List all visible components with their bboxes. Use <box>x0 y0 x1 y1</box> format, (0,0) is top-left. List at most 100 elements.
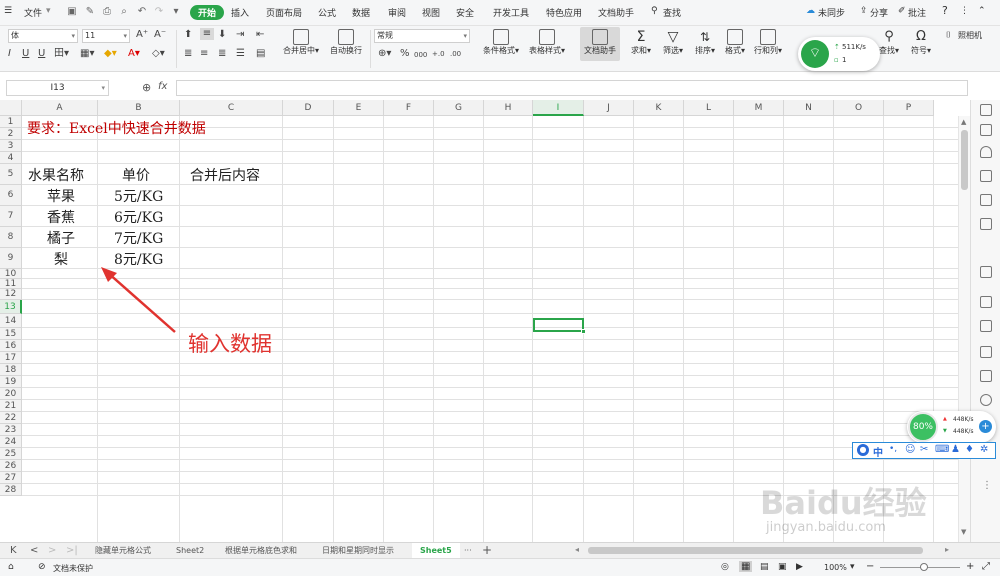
zoom-dropdown-icon[interactable]: ▾ <box>850 562 855 572</box>
column-header-a[interactable]: A <box>22 100 98 116</box>
percent-button[interactable]: % <box>400 48 410 60</box>
cell-c4[interactable]: 合并后内容 <box>190 166 260 186</box>
formula-input[interactable] <box>176 80 968 96</box>
font-size-select[interactable]: 11 ▾ <box>82 29 130 43</box>
sum-button[interactable]: Σ 求和▾ <box>628 29 654 56</box>
add-icon[interactable]: + <box>979 420 992 433</box>
cell-a1[interactable]: 要求：Excel中快速合并数据 <box>27 119 206 139</box>
annotate-button[interactable]: 批注 <box>908 6 926 19</box>
vertical-scroll-thumb[interactable] <box>961 130 968 190</box>
row-header-12[interactable]: 12 <box>0 289 22 300</box>
ime-tools-icon[interactable]: ✂ <box>920 444 928 455</box>
font-color-icon[interactable]: A▾ <box>128 48 140 60</box>
ime-settings-icon[interactable]: ✲ <box>980 444 988 455</box>
print-preview-icon[interactable]: ⌕ <box>118 6 130 18</box>
selected-cell[interactable] <box>533 318 584 332</box>
zoom-formula-icon[interactable]: ⊕ <box>142 81 151 94</box>
cell-a7[interactable]: 橘子 <box>47 229 75 249</box>
row-col-button[interactable]: 行和列▾ <box>752 29 784 56</box>
tab-insert[interactable]: 插入 <box>231 6 249 19</box>
reading-view-icon[interactable]: ▶ <box>796 562 803 572</box>
fill-color-icon[interactable]: ◆▾ <box>104 48 117 60</box>
sidebar-copy-icon[interactable] <box>980 296 992 308</box>
double-underline-icon[interactable]: U <box>38 48 45 60</box>
cell-style-icon[interactable]: ▦▾ <box>80 48 94 60</box>
column-header-n[interactable]: N <box>784 100 834 116</box>
border-icon[interactable]: 田▾ <box>54 48 69 60</box>
sheet-tab-1[interactable]: 隐藏单元格公式 <box>95 543 151 558</box>
row-header-19[interactable]: 19 <box>0 376 22 388</box>
collapse-ribbon-icon[interactable]: ⌃ <box>978 6 986 16</box>
tab-formulas[interactable]: 公式 <box>318 6 336 19</box>
row-header-6[interactable]: 6 <box>0 185 22 206</box>
align-left-icon[interactable]: ≣ <box>184 48 192 60</box>
cell-a6[interactable]: 香蕉 <box>47 208 75 228</box>
table-style-button[interactable]: 表格样式▾ <box>526 29 568 56</box>
sheet-tab-3[interactable]: 根据单元格底色求和 <box>225 543 297 558</box>
sidebar-shapes-icon[interactable] <box>980 194 992 206</box>
sidebar-export-icon[interactable] <box>980 370 992 382</box>
name-box-chevron-icon[interactable]: ▾ <box>101 81 105 95</box>
cell-b6[interactable]: 6元/KG <box>114 208 163 228</box>
tab-developer[interactable]: 开发工具 <box>493 6 529 19</box>
sort-button[interactable]: ⇅ 排序▾ <box>692 29 718 56</box>
italic-icon[interactable]: I <box>8 48 11 60</box>
page-break-view-icon[interactable]: ▣ <box>778 562 787 572</box>
row-header-23[interactable]: 23 <box>0 424 22 436</box>
sidebar-more-icon[interactable]: ⋮ <box>982 480 992 491</box>
help-button[interactable]: ? <box>942 4 948 17</box>
format-button[interactable]: 格式▾ <box>722 29 748 56</box>
save-icon[interactable]: ▣ <box>66 6 78 18</box>
share-icon[interactable]: ⇪ <box>860 6 868 16</box>
column-header-f[interactable]: F <box>384 100 434 116</box>
ime-emoji-icon[interactable]: ☺ <box>905 444 915 455</box>
horizontal-scroll-thumb[interactable] <box>588 547 923 554</box>
sidebar-style-icon[interactable] <box>980 124 992 136</box>
zoom-in-icon[interactable]: + <box>966 561 974 572</box>
vertical-scrollbar[interactable]: ▲ ▼ <box>958 116 970 542</box>
fill-handle[interactable] <box>581 329 586 334</box>
row-header-18[interactable]: 18 <box>0 364 22 376</box>
row-header-13[interactable]: 13 <box>0 300 22 314</box>
column-header-k[interactable]: K <box>634 100 684 116</box>
ime-mode-toggle[interactable]: 中 <box>873 444 883 459</box>
underline-icon[interactable]: U <box>22 48 29 60</box>
column-header-h[interactable]: H <box>484 100 533 116</box>
cell-b4[interactable]: 单价 <box>122 166 150 186</box>
cell-b7[interactable]: 7元/KG <box>114 229 163 249</box>
indent-icon[interactable]: ⇥ <box>236 29 244 41</box>
camera-button[interactable]: 照相机 <box>958 30 982 41</box>
column-header-d[interactable]: D <box>283 100 334 116</box>
decrease-font-icon[interactable]: A⁻ <box>154 29 166 41</box>
row-header-26[interactable]: 26 <box>0 460 22 472</box>
undo-icon[interactable]: ↶ <box>136 6 148 18</box>
increase-decimal-icon[interactable]: +.0 <box>432 48 445 60</box>
row-header-1[interactable]: 1 <box>0 116 22 128</box>
column-header-m[interactable]: M <box>734 100 784 116</box>
hscroll-right-icon[interactable]: ▸ <box>945 545 953 556</box>
merge-center-button[interactable]: 合并居中▾ <box>280 29 322 56</box>
zoom-out-icon[interactable]: − <box>866 561 874 572</box>
hscroll-left-icon[interactable]: ◂ <box>575 545 583 556</box>
sidebar-table-icon[interactable] <box>980 170 992 182</box>
row-header-16[interactable]: 16 <box>0 340 22 352</box>
row-header-7[interactable]: 7 <box>0 206 22 227</box>
cell-a8[interactable]: 梨 <box>54 250 68 270</box>
scroll-down-icon[interactable]: ▼ <box>961 528 966 536</box>
align-right-icon[interactable]: ≣ <box>218 48 226 60</box>
row-header-14[interactable]: 14 <box>0 314 22 328</box>
speed-monitor-widget[interactable]: 80% ▲ 448K/s ▼ 448K/s + <box>907 411 996 443</box>
first-sheet-icon[interactable]: K <box>10 543 17 558</box>
row-header-27[interactable]: 27 <box>0 472 22 484</box>
scroll-up-icon[interactable]: ▲ <box>961 118 966 126</box>
fx-button[interactable]: fx <box>158 81 167 92</box>
app-menu-icon[interactable]: ☰ <box>4 6 12 16</box>
column-header-p[interactable]: P <box>884 100 934 116</box>
sidebar-select-icon[interactable] <box>980 104 992 116</box>
page-layout-view-icon[interactable]: ▤ <box>760 562 769 572</box>
number-format-select[interactable]: 常规 ▾ <box>374 29 470 43</box>
file-menu-chevron-icon[interactable]: ▾ <box>46 6 51 16</box>
sheet-tab-2[interactable]: Sheet2 <box>176 543 204 558</box>
conditional-format-button[interactable]: 条件格式▾ <box>480 29 522 56</box>
increase-font-icon[interactable]: A⁺ <box>136 29 148 41</box>
